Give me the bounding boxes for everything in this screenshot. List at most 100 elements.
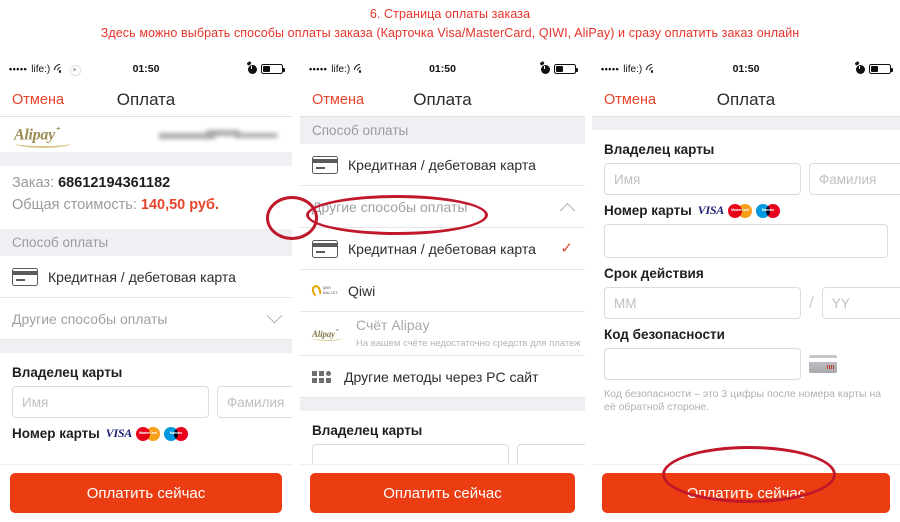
page-title: Оплата xyxy=(413,89,472,109)
card-number-label: Номер карты xyxy=(604,203,692,218)
section-payment-method: Способ оплаты xyxy=(300,117,585,144)
alarm-icon xyxy=(248,64,257,74)
cvv-label: Код безопасности xyxy=(604,327,725,342)
caption-title: 6. Страница оплаты заказа xyxy=(369,7,531,21)
wifi-icon xyxy=(51,61,69,79)
section-gap xyxy=(592,117,900,130)
last-name-field[interactable] xyxy=(809,163,900,195)
status-bar: ••••• life:) 01:50 xyxy=(592,55,900,83)
status-time: 01:50 xyxy=(429,63,456,75)
cardholder-form: Владелец карты Номер карты VISA MasterCa… xyxy=(0,353,292,441)
wifi-icon xyxy=(643,61,661,79)
cancel-button[interactable]: Отмена xyxy=(604,92,656,108)
first-name-field[interactable] xyxy=(604,163,801,195)
payment-option-label: Кредитная / дебетовая карта xyxy=(48,268,236,285)
expiry-year-field[interactable] xyxy=(821,287,900,319)
other-methods-label: Другие способы оплаты xyxy=(12,310,168,327)
sun-icon xyxy=(70,64,82,76)
card-number-label: Номер карты xyxy=(12,426,100,441)
payment-option-label: Кредитная / дебетовая карта xyxy=(348,156,536,173)
nav-bar: Отмена Оплата xyxy=(592,83,900,117)
expiry-label: Срок действия xyxy=(604,266,704,281)
cvv-field[interactable] xyxy=(604,348,801,380)
credit-card-icon xyxy=(12,267,38,286)
grid-icon xyxy=(312,370,334,383)
list-item[interactable]: Alipay⁺ Счёт Alipay На вашем счёте недос… xyxy=(300,312,585,356)
pay-now-button[interactable]: Оплатить сейчас xyxy=(10,473,282,513)
page-title: Оплата xyxy=(116,89,176,109)
card-brand-logos: VISA MasterCard Maestro xyxy=(698,203,780,218)
nav-bar: Отмена Оплата xyxy=(300,83,585,117)
list-item[interactable]: Другие методы через PC сайт xyxy=(300,356,585,398)
cvv-card-icon xyxy=(809,355,837,373)
card-number-field[interactable] xyxy=(604,224,888,258)
section-gap xyxy=(0,153,292,166)
credit-card-icon xyxy=(312,155,338,174)
order-summary: Заказ: 68612194361182 Общая стоимость: 1… xyxy=(0,166,292,229)
battery-icon xyxy=(554,64,579,74)
signal-dots-icon: ••••• xyxy=(601,64,620,74)
pay-now-button[interactable]: Оплатить сейчас xyxy=(310,473,575,513)
caption: 6. Страница оплаты заказа Здесь можно вы… xyxy=(0,0,900,46)
list-item-label: Qiwi xyxy=(348,282,376,299)
chevron-down-icon xyxy=(266,307,283,324)
phone-panel-2: ••••• life:) 01:50 Отмена Оплата Способ … xyxy=(300,55,585,522)
visa-icon: VISA xyxy=(105,426,132,440)
cancel-button[interactable]: Отмена xyxy=(12,92,64,108)
list-item-description: На вашем счёте недостаточно средств для … xyxy=(356,338,581,350)
list-item-label: Кредитная / дебетовая карта xyxy=(348,240,536,257)
page-title: Оплата xyxy=(716,89,776,109)
card-brand-logos: VISA MasterCard Maestro xyxy=(106,426,188,441)
card-number-label-row: Номер карты VISA MasterCard Maestro xyxy=(604,203,888,218)
battery-icon xyxy=(261,64,286,74)
list-item[interactable]: Кредитная / дебетовая карта ✓ xyxy=(300,228,585,270)
status-bar: ••••• life:) 01:50 xyxy=(0,55,292,83)
signal-dots-icon: ••••• xyxy=(9,64,28,74)
screenshot-root: 6. Страница оплаты заказа Здесь можно вы… xyxy=(0,0,900,522)
qiwi-icon: QIWI WALLET xyxy=(310,283,338,299)
expiry-month-field[interactable] xyxy=(604,287,801,319)
alipay-logo: Alipay⁺ xyxy=(14,124,72,149)
visa-icon: VISA xyxy=(697,203,724,217)
alipay-icon: Alipay⁺ xyxy=(312,328,346,341)
total-label: Общая стоимость: xyxy=(12,197,137,213)
cvv-hint: Код безопасности – это 3 цифры после ном… xyxy=(604,388,882,413)
status-time: 01:50 xyxy=(732,63,760,75)
carrier-label: life:) xyxy=(31,63,51,75)
cardholder-label: Владелец карты xyxy=(604,142,715,157)
mastercard-icon: MasterCard xyxy=(727,203,752,218)
alipay-header: Alipay⁺ xyxy=(0,117,292,153)
wifi-icon xyxy=(351,61,369,79)
phone-panel-3: ••••• life:) 01:50 Отмена Оплата Владеле… xyxy=(592,55,900,522)
list-item-label: Счёт Alipay xyxy=(356,316,430,333)
total-value: 140,50 руб. xyxy=(140,197,219,213)
other-payment-methods-toggle[interactable]: Другие способы оплаты xyxy=(0,298,292,340)
payment-option-credit-card[interactable]: Кредитная / дебетовая карта xyxy=(300,144,585,186)
card-form: Владелец карты Номер карты VISA MasterCa… xyxy=(592,130,900,414)
section-gap xyxy=(0,340,292,353)
expiry-separator: / xyxy=(809,293,814,312)
order-total-row: Общая стоимость: 140,50 руб. xyxy=(12,197,280,213)
list-item-label: Другие методы через PC сайт xyxy=(344,368,539,385)
other-methods-label: Другие способы оплаты xyxy=(312,198,468,215)
maestro-icon: Maestro xyxy=(755,203,780,218)
section-payment-method: Способ оплаты xyxy=(0,229,292,256)
blurred-text xyxy=(158,129,278,141)
cardholder-label: Владелец карты xyxy=(12,365,123,380)
credit-card-icon xyxy=(312,239,338,258)
last-name-field[interactable] xyxy=(217,386,292,418)
cancel-button[interactable]: Отмена xyxy=(312,92,364,108)
signal-dots-icon: ••••• xyxy=(309,64,328,74)
status-time: 01:50 xyxy=(132,63,160,75)
payment-option-credit-card[interactable]: Кредитная / дебетовая карта xyxy=(0,256,292,298)
other-payment-methods-toggle[interactable]: Другие способы оплаты xyxy=(300,186,585,228)
phone-panel-1: ••••• life:) 01:50 Отмена Оплата Alipay⁺… xyxy=(0,55,292,522)
first-name-field[interactable] xyxy=(12,386,209,418)
carrier-label: life:) xyxy=(623,63,643,75)
order-number-row: Заказ: 68612194361182 xyxy=(12,175,280,191)
carrier-label: life:) xyxy=(331,63,351,75)
nav-bar: Отмена Оплата xyxy=(0,83,292,117)
mastercard-icon: MasterCard xyxy=(135,426,160,441)
list-item[interactable]: QIWI WALLET Qiwi xyxy=(300,270,585,312)
pay-now-button[interactable]: Оплатить сейчас xyxy=(602,473,890,513)
